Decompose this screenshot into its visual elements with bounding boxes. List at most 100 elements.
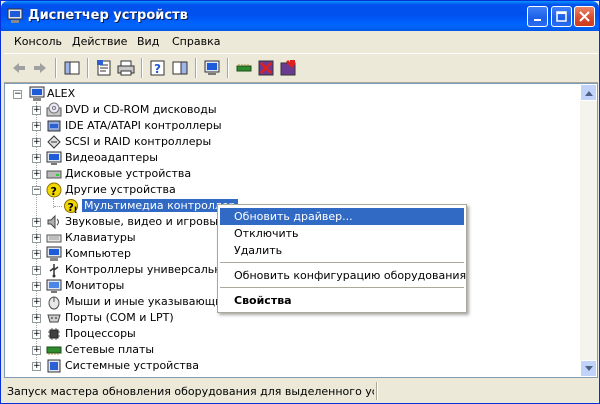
scroll-up-button[interactable] bbox=[580, 84, 597, 101]
svg-text:?: ? bbox=[51, 185, 57, 198]
menu-action[interactable]: Действие bbox=[72, 35, 127, 48]
unknown-device-icon: ? bbox=[46, 182, 62, 198]
expand-toggle[interactable]: + bbox=[32, 346, 41, 355]
minimize-icon bbox=[533, 18, 541, 21]
status-bar: Запуск мастера обновления оборудования д… bbox=[4, 381, 598, 401]
svg-text:!: ! bbox=[74, 206, 78, 214]
show-hide-action-pane-icon[interactable] bbox=[170, 58, 190, 78]
expand-toggle[interactable]: + bbox=[32, 122, 41, 131]
status-text: Запуск мастера обновления оборудования д… bbox=[7, 385, 374, 398]
ide-controller-icon bbox=[47, 120, 61, 132]
menu-view[interactable]: Вид bbox=[137, 35, 159, 48]
computer-icon bbox=[46, 246, 62, 261]
tree-label: Видеоадаптеры bbox=[65, 151, 158, 164]
tree-label: Мультимедиа контроллер bbox=[82, 199, 238, 212]
show-hide-tree-icon[interactable] bbox=[62, 58, 82, 78]
expand-toggle[interactable]: + bbox=[32, 266, 41, 275]
expand-toggle[interactable]: + bbox=[32, 154, 41, 163]
menu-separator bbox=[220, 287, 464, 288]
toolbar-separator bbox=[227, 58, 229, 78]
help-icon[interactable]: ? bbox=[148, 58, 168, 78]
title-bar[interactable]: Диспетчер устройств bbox=[1, 1, 599, 31]
expand-toggle[interactable]: + bbox=[32, 330, 41, 339]
computer-icon bbox=[29, 86, 45, 101]
scan-hardware-icon[interactable] bbox=[202, 58, 222, 78]
keyboard-icon bbox=[46, 234, 62, 243]
sound-device-icon bbox=[47, 214, 59, 230]
tree-label: IDE ATA/ATAPI контроллеры bbox=[65, 119, 222, 132]
expand-toggle[interactable]: + bbox=[32, 234, 41, 243]
svg-text:?: ? bbox=[154, 62, 161, 76]
monitor-icon bbox=[46, 279, 62, 293]
toolbar-separator bbox=[141, 58, 143, 78]
arrow-down-icon bbox=[584, 365, 593, 371]
update-driver-icon[interactable] bbox=[234, 58, 254, 78]
collapse-toggle[interactable]: − bbox=[32, 186, 41, 195]
tree-connector bbox=[54, 206, 62, 207]
disable-device-icon[interactable] bbox=[256, 58, 276, 78]
device-manager-window: Диспетчер устройств Консоль Действие Вид… bbox=[0, 0, 600, 404]
menu-scan-hardware[interactable]: Обновить конфигурацию оборудования bbox=[220, 267, 466, 284]
collapse-toggle[interactable]: − bbox=[13, 90, 22, 99]
processor-icon bbox=[48, 328, 60, 340]
tree-label: Другие устройства bbox=[65, 183, 176, 196]
expand-toggle[interactable]: + bbox=[32, 250, 41, 259]
vertical-scrollbar[interactable] bbox=[580, 84, 597, 377]
tree-label: Дисковые устройства bbox=[65, 167, 192, 180]
expand-toggle[interactable]: + bbox=[32, 298, 41, 307]
menu-uninstall[interactable]: Удалить bbox=[220, 242, 464, 259]
disk-drive-icon bbox=[46, 170, 62, 179]
computer-icon bbox=[7, 8, 23, 23]
toolbar: ? bbox=[4, 53, 598, 83]
tree-label: Клавиатуры bbox=[65, 231, 136, 244]
menu-update-driver[interactable]: Обновить драйвер... bbox=[220, 208, 464, 225]
status-separator bbox=[376, 382, 378, 400]
toolbar-separator bbox=[55, 58, 57, 78]
status-text-panel: Запуск мастера обновления оборудования д… bbox=[4, 381, 374, 401]
toolbar-separator bbox=[195, 58, 197, 78]
system-device-icon bbox=[47, 359, 61, 373]
menu-console[interactable]: Консоль bbox=[14, 35, 62, 48]
expand-toggle[interactable]: + bbox=[32, 314, 41, 323]
tree-label: Системные устройства bbox=[65, 359, 199, 372]
maximize-icon bbox=[556, 11, 567, 22]
back-icon[interactable] bbox=[9, 58, 29, 78]
context-menu: Обновить драйвер... Отключить Удалить Об… bbox=[217, 204, 467, 313]
forward-icon[interactable] bbox=[30, 58, 50, 78]
scroll-down-button[interactable] bbox=[580, 360, 597, 377]
toolbar-separator bbox=[87, 58, 89, 78]
scsi-controller-icon bbox=[47, 135, 61, 149]
uninstall-device-icon[interactable] bbox=[278, 58, 298, 78]
port-icon bbox=[47, 314, 61, 323]
display-adapter-icon bbox=[46, 151, 62, 165]
menu-properties[interactable]: Свойства bbox=[220, 292, 464, 309]
window-title: Диспетчер устройств bbox=[28, 8, 188, 23]
properties-icon[interactable] bbox=[94, 58, 114, 78]
expand-toggle[interactable]: + bbox=[32, 362, 41, 371]
tree-label: Порты (COM и LPT) bbox=[65, 311, 174, 324]
tree-label: Мониторы bbox=[65, 279, 125, 292]
menu-disable[interactable]: Отключить bbox=[220, 225, 464, 242]
tree-label: SCSI и RAID контроллеры bbox=[65, 135, 212, 148]
tree-label: ALEX bbox=[47, 87, 76, 100]
expand-toggle[interactable]: + bbox=[32, 282, 41, 291]
network-card-icon bbox=[46, 346, 62, 355]
warning-device-icon: ?! bbox=[64, 199, 78, 214]
expand-toggle[interactable]: + bbox=[32, 106, 41, 115]
maximize-button[interactable] bbox=[551, 6, 572, 27]
cd-drive-icon bbox=[46, 102, 62, 117]
expand-toggle[interactable]: + bbox=[32, 170, 41, 179]
expand-toggle[interactable]: + bbox=[32, 218, 41, 227]
expand-toggle[interactable]: + bbox=[32, 138, 41, 147]
tree-label: Процессоры bbox=[65, 327, 136, 340]
menu-help[interactable]: Справка bbox=[172, 35, 220, 48]
tree-label: Сетевые платы bbox=[65, 343, 155, 356]
menu-separator bbox=[220, 262, 464, 263]
arrow-up-icon bbox=[584, 90, 593, 96]
print-icon[interactable] bbox=[116, 58, 136, 78]
usb-icon bbox=[49, 264, 59, 278]
menu-bar: Консоль Действие Вид Справка bbox=[4, 31, 598, 53]
mouse-icon bbox=[48, 296, 60, 310]
close-button[interactable] bbox=[574, 6, 595, 27]
minimize-button[interactable] bbox=[527, 6, 548, 27]
